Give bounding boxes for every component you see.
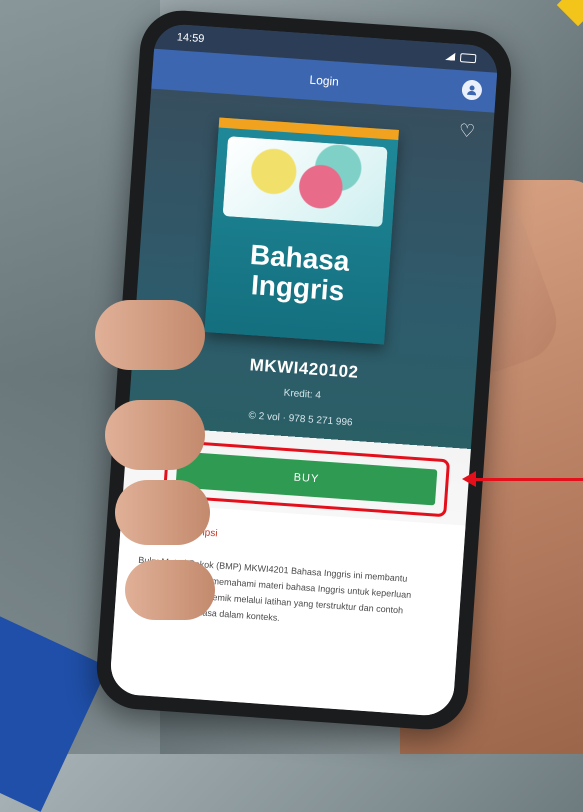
profile-avatar-icon[interactable] xyxy=(461,79,483,101)
pointer-arrow-head xyxy=(462,471,476,487)
buy-button[interactable]: BUY xyxy=(175,451,438,506)
app-bar-title: Login xyxy=(309,72,340,89)
corner-decoration-yellow xyxy=(556,0,583,27)
battery-icon xyxy=(459,52,477,63)
signal-icon xyxy=(445,52,456,61)
status-time: 14:59 xyxy=(176,31,205,46)
finger-index xyxy=(95,300,205,370)
book-cover: Bahasa Inggris xyxy=(204,117,399,345)
status-icons xyxy=(445,52,477,63)
finger-ring xyxy=(115,480,210,545)
finger-middle xyxy=(105,400,205,470)
favorite-heart-icon[interactable]: ♡ xyxy=(458,120,475,142)
pointer-arrow-line xyxy=(470,478,583,481)
cover-title: Bahasa Inggris xyxy=(207,237,391,309)
cover-illustration xyxy=(222,136,388,228)
smartphone: 14:59 Login ♡ Bahasa Inggris MKWI420102 … xyxy=(94,7,514,733)
finger-little xyxy=(125,560,215,620)
